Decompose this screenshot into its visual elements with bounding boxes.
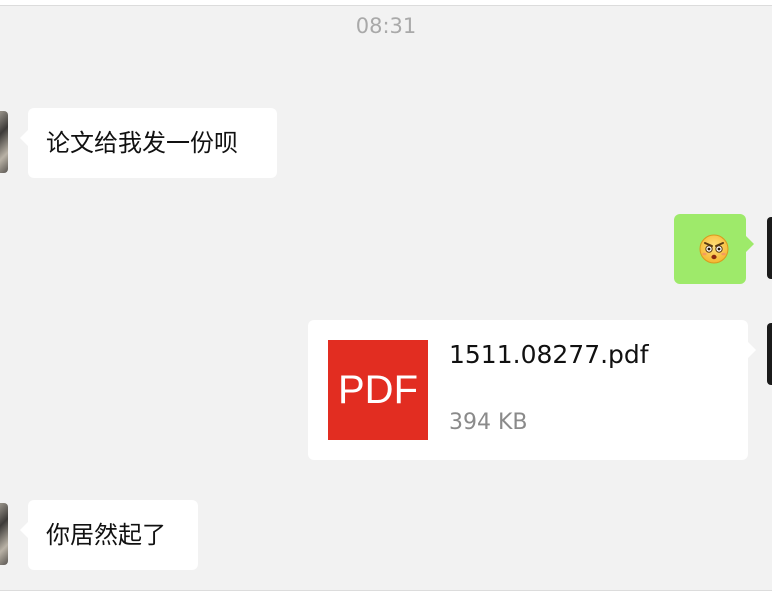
file-size: 394 KB — [449, 410, 528, 435]
message-timestamp: 08:31 — [355, 14, 417, 38]
message-text: 你居然起了 — [46, 521, 166, 549]
outgoing-file-bubble[interactable]: PDF 1511.08277.pdf 394 KB — [308, 320, 756, 460]
window-bottom-border — [0, 590, 772, 594]
incoming-message-bubble[interactable]: 论文给我发一份呗 — [20, 108, 277, 178]
contact-avatar[interactable] — [0, 503, 8, 565]
pdf-file-icon: PDF — [328, 340, 428, 440]
window-top-border — [0, 0, 772, 6]
angry-face-emoji-icon — [699, 234, 729, 264]
contact-avatar[interactable] — [0, 111, 8, 173]
outgoing-emoji-bubble[interactable] — [674, 214, 754, 284]
self-avatar[interactable] — [767, 323, 772, 385]
message-text: 论文给我发一份呗 — [46, 129, 238, 157]
self-avatar[interactable] — [767, 217, 772, 279]
incoming-message-bubble[interactable]: 你居然起了 — [20, 500, 198, 570]
file-name: 1511.08277.pdf — [449, 340, 649, 369]
